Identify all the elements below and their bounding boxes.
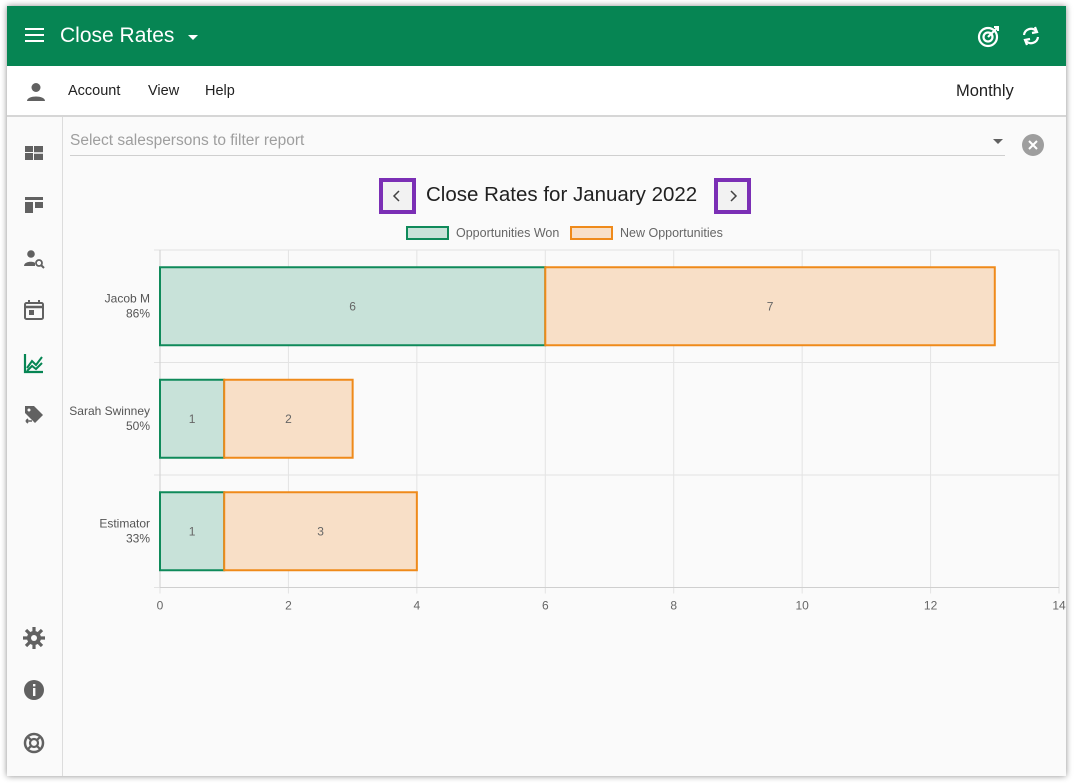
y-category-label: Jacob M <box>105 291 150 305</box>
chevron-left-icon <box>389 188 406 204</box>
report-title: Close Rates for January 2022 <box>426 183 698 206</box>
x-tick-label: 2 <box>285 599 292 613</box>
data-label-new: 2 <box>285 412 292 426</box>
y-category-rate: 50% <box>126 419 150 433</box>
x-tick-label: 0 <box>157 599 164 613</box>
account-person-icon[interactable] <box>25 81 47 103</box>
settings-icon[interactable] <box>22 626 46 650</box>
x-tick-label: 4 <box>414 599 421 613</box>
y-category-rate: 33% <box>126 531 150 545</box>
app-switcher-caret-icon[interactable] <box>188 35 198 40</box>
app-window: Close Rates Account View Help Monthly Se… <box>7 6 1066 776</box>
data-label-won: 1 <box>189 412 196 426</box>
close-rates-chart: 0 2 4 6 8 10 12 146 7Jacob M86%1 2Sarah Swinney50… <box>69 249 1066 613</box>
y-category-label: Estimator <box>99 516 150 530</box>
data-label-won: 1 <box>189 524 196 538</box>
x-tick-label: 12 <box>924 599 938 613</box>
sidebar <box>7 117 63 776</box>
x-tick-label: 10 <box>795 599 809 613</box>
y-category-rate: 86% <box>126 306 150 320</box>
previous-month-button[interactable] <box>379 178 416 214</box>
salesperson-filter[interactable]: Select salespersons to filter report <box>70 128 1005 156</box>
chart-line-icon[interactable] <box>22 351 46 375</box>
y-category-label: Sarah Swinney <box>69 404 150 418</box>
filter-placeholder: Select salespersons to filter report <box>70 132 305 149</box>
app-title[interactable]: Close Rates <box>60 24 174 48</box>
dashboard-icon[interactable] <box>22 141 46 165</box>
calendar-icon[interactable] <box>22 298 46 322</box>
app-bar: Close Rates <box>7 6 1066 66</box>
legend-label-won: Opportunities Won <box>456 226 560 240</box>
x-tick-label: 8 <box>670 599 677 613</box>
data-label-new: 7 <box>767 299 774 313</box>
legend-label-new: New Opportunities <box>620 226 723 240</box>
menu-account[interactable]: Account <box>68 83 120 99</box>
hamburger-menu-icon[interactable] <box>23 24 49 48</box>
x-tick-label: 14 <box>1052 599 1066 613</box>
legend-swatch-new <box>570 226 613 240</box>
filter-dropdown-caret-icon[interactable] <box>993 139 1003 144</box>
menu-help[interactable]: Help <box>205 83 235 99</box>
period-selector[interactable]: Monthly <box>956 82 1014 101</box>
data-label-won: 6 <box>349 299 356 313</box>
legend-swatch-won <box>406 226 449 240</box>
sync-icon[interactable] <box>1017 22 1045 50</box>
clear-filter-icon[interactable] <box>1022 134 1044 156</box>
data-label-new: 3 <box>317 524 324 538</box>
info-icon[interactable] <box>22 678 46 702</box>
menu-bar: Account View Help Monthly <box>7 66 1066 117</box>
x-tick-label: 6 <box>542 599 549 613</box>
next-month-button[interactable] <box>714 178 751 214</box>
board-icon[interactable] <box>22 193 46 217</box>
chevron-right-icon <box>724 188 741 204</box>
menu-view[interactable]: View <box>148 83 179 99</box>
help-lifebuoy-icon[interactable] <box>22 731 46 755</box>
person-search-icon[interactable] <box>22 247 46 271</box>
target-icon[interactable] <box>975 22 1003 50</box>
tag-transfer-icon[interactable] <box>22 403 46 427</box>
